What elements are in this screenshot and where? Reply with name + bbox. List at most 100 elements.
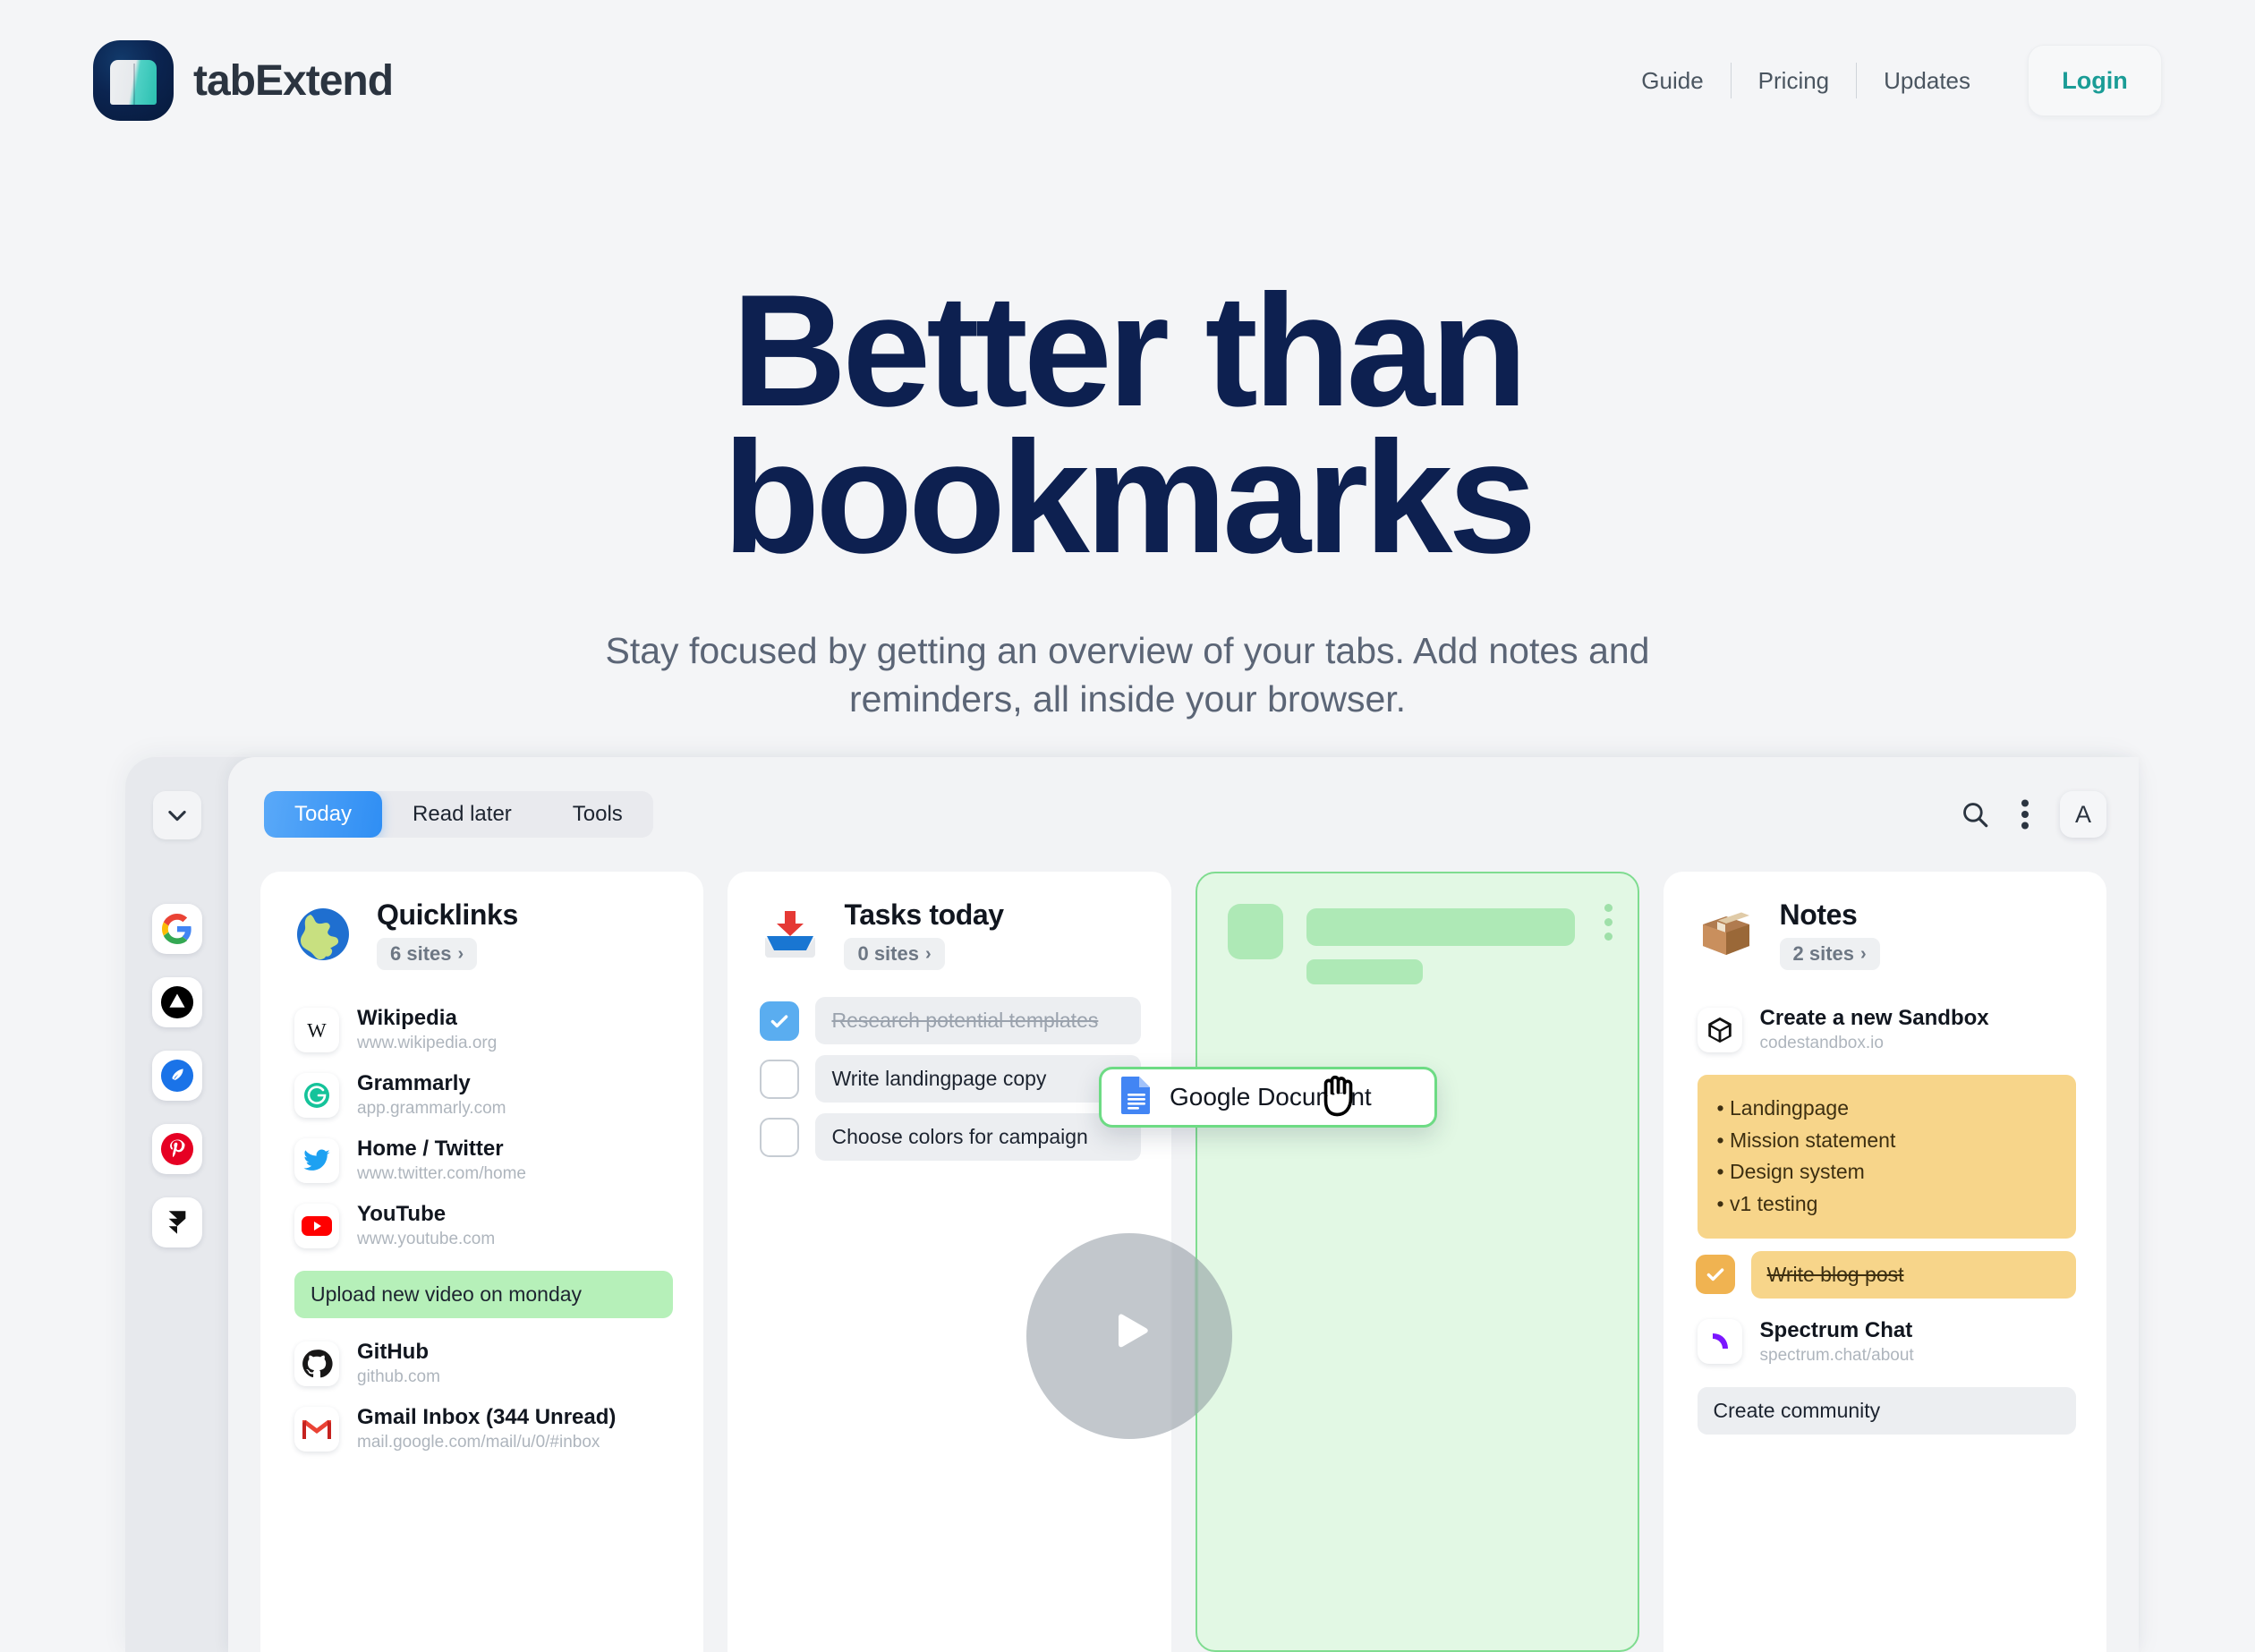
login-button[interactable]: Login <box>2028 45 2162 116</box>
play-icon <box>1119 1314 1148 1348</box>
brand-name: tabExtend <box>193 56 394 105</box>
column-site-count-label: 0 sites <box>857 942 919 965</box>
column-site-count[interactable]: 2 sites › <box>1779 938 1880 970</box>
list-item-title: Gmail Inbox (344 Unread) <box>357 1405 617 1429</box>
nav-link-guide[interactable]: Guide <box>1614 67 1730 95</box>
gmail-icon <box>294 1406 339 1452</box>
twitter-icon <box>294 1137 339 1183</box>
column-drop-target[interactable] <box>1195 872 1639 1652</box>
list-item-title: Spectrum Chat <box>1759 1317 1913 1342</box>
tabextend-logo-icon <box>93 40 174 121</box>
chevron-right-icon: › <box>924 943 932 964</box>
svg-text:W: W <box>307 1018 327 1041</box>
note-bullet: Mission statement <box>1717 1125 2056 1157</box>
app-sidebar <box>125 757 228 1652</box>
list-item-url: www.twitter.com/home <box>357 1164 526 1183</box>
google-docs-icon <box>1119 1075 1153 1120</box>
youtube-icon <box>294 1203 339 1248</box>
task-label[interactable]: Research potential templates <box>815 997 1141 1044</box>
hero-section: Better than bookmarks Stay focused by ge… <box>0 161 2255 724</box>
quill-icon[interactable] <box>151 1051 202 1101</box>
list-item-title: YouTube <box>357 1202 447 1226</box>
column-site-count-label: 6 sites <box>390 942 452 965</box>
tab-read-later[interactable]: Read later <box>382 791 542 838</box>
play-video-button[interactable] <box>1026 1233 1232 1439</box>
column-quicklinks: Quicklinks 6 sites › W Wikipedia www.wik… <box>260 872 704 1652</box>
drag-card-label: Google Document <box>1170 1083 1372 1111</box>
column-header: Tasks today 0 sites › <box>758 898 1140 970</box>
note-chip[interactable]: Create community <box>1697 1386 2076 1435</box>
task-label[interactable]: Write landingpage copy <box>815 1055 1141 1103</box>
task-checkbox[interactable] <box>760 1117 800 1157</box>
more-vertical-icon[interactable] <box>2021 798 2030 830</box>
google-icon[interactable] <box>151 904 202 954</box>
package-emoji-icon <box>1694 902 1758 967</box>
hero-title-line-2: bookmarks <box>722 407 1537 586</box>
list-item[interactable]: YouTube www.youtube.com <box>291 1193 673 1258</box>
task-row: Write landingpage copy <box>760 1055 1141 1103</box>
task-row: Research potential templates <box>760 997 1141 1044</box>
list-item[interactable]: Spectrum Chat spectrum.chat/about <box>1694 1309 2076 1375</box>
list-item-title: Grammarly <box>357 1071 471 1095</box>
app-toolbar: Today Read later Tools A <box>264 789 2106 839</box>
list-item-url: spectrum.chat/about <box>1759 1345 1914 1365</box>
tab-tools[interactable]: Tools <box>542 791 653 838</box>
list-item-url: mail.google.com/mail/u/0/#inbox <box>357 1433 600 1452</box>
pinterest-icon[interactable] <box>151 1124 202 1174</box>
github-icon <box>294 1341 339 1386</box>
grammarly-icon <box>294 1072 339 1118</box>
task-label[interactable]: Choose colors for campaign <box>815 1113 1141 1161</box>
list-item[interactable]: GitHub github.com <box>291 1331 673 1396</box>
vercel-icon[interactable] <box>151 977 202 1027</box>
chevron-right-icon: › <box>457 943 464 964</box>
list-item[interactable]: Grammarly app.grammarly.com <box>291 1062 673 1128</box>
wikipedia-icon: W <box>294 1007 339 1052</box>
list-item[interactable]: Gmail Inbox (344 Unread) mail.google.com… <box>291 1396 673 1461</box>
list-item[interactable]: Home / Twitter www.twitter.com/home <box>291 1128 673 1193</box>
avatar[interactable]: A <box>2060 791 2106 838</box>
more-vertical-icon[interactable] <box>1604 904 1613 941</box>
framer-icon[interactable] <box>151 1197 202 1248</box>
task-checkbox[interactable] <box>760 1059 800 1099</box>
note-bullet: Landingpage <box>1717 1093 2056 1125</box>
spectrum-icon <box>1697 1319 1742 1365</box>
brand-logo[interactable]: tabExtend <box>93 40 394 121</box>
inbox-tray-emoji-icon <box>758 902 822 967</box>
chevron-down-icon[interactable] <box>152 791 201 839</box>
task-checkbox[interactable] <box>760 1001 800 1041</box>
nav-link-pricing[interactable]: Pricing <box>1732 67 1856 95</box>
list-item-url: github.com <box>357 1367 440 1386</box>
tab-today[interactable]: Today <box>264 791 383 838</box>
hero-subtitle: Stay focused by getting an overview of y… <box>605 629 1650 720</box>
drag-card-google-document[interactable]: Google Document <box>1099 1067 1437 1128</box>
codesandbox-icon <box>1697 1007 1742 1052</box>
note-chip[interactable]: Upload new video on monday <box>294 1271 674 1318</box>
column-title: Quicklinks <box>377 898 518 931</box>
list-item-url: www.wikipedia.org <box>357 1034 498 1052</box>
skeleton-line <box>1306 959 1423 984</box>
task-checkbox[interactable] <box>1695 1255 1735 1295</box>
column-header: Notes 2 sites › <box>1694 898 2076 970</box>
main-navigation: Guide Pricing Updates Login <box>1614 45 2162 116</box>
nav-link-updates[interactable]: Updates <box>1857 67 1997 95</box>
task-row: Choose colors for campaign <box>760 1113 1141 1161</box>
task-label[interactable]: Write blog post <box>1750 1250 2076 1299</box>
column-site-count[interactable]: 0 sites › <box>844 938 945 970</box>
list-item-title: Home / Twitter <box>357 1137 504 1161</box>
search-icon[interactable] <box>1960 799 1990 830</box>
column-site-count-label: 2 sites <box>1792 942 1855 965</box>
note-bullet: v1 testing <box>1717 1188 2056 1221</box>
page-title: Better than bookmarks <box>0 161 2255 577</box>
site-header: tabExtend Guide Pricing Updates Login <box>0 0 2255 161</box>
tab-bar: Today Read later Tools <box>264 791 653 838</box>
column-title: Tasks today <box>844 898 1004 931</box>
list-item-title: Create a new Sandbox <box>1759 1006 1989 1030</box>
column-site-count[interactable]: 6 sites › <box>377 938 478 970</box>
column-title: Notes <box>1779 898 1858 931</box>
skeleton-line <box>1306 908 1575 946</box>
list-item[interactable]: Create a new Sandbox codestandbox.io <box>1694 997 2076 1062</box>
note-bullet: Design system <box>1717 1156 2056 1188</box>
list-item-title: Wikipedia <box>357 1006 457 1030</box>
list-item[interactable]: W Wikipedia www.wikipedia.org <box>291 997 673 1062</box>
note-yellow-block[interactable]: Landingpage Mission statement Design sys… <box>1697 1075 2076 1239</box>
